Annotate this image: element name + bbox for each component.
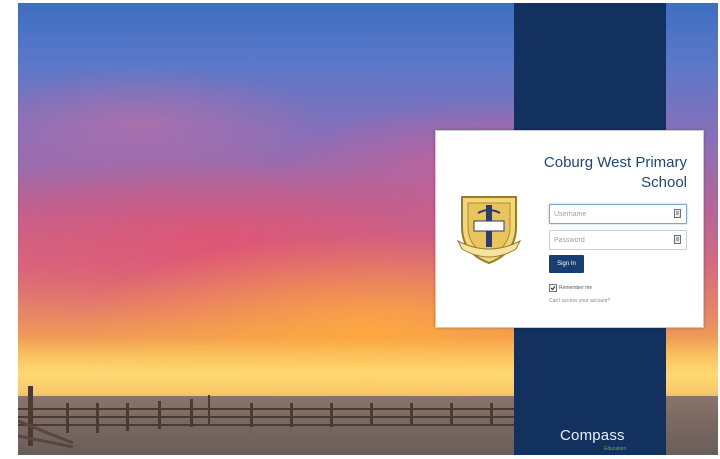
id-card-icon (674, 235, 681, 244)
remember-me-label: Remember me (559, 285, 593, 291)
cant-access-account-link[interactable]: Can't access your account? (549, 298, 610, 304)
school-title-line2: School (641, 174, 687, 191)
school-title-line1: Coburg West Primary (543, 154, 687, 171)
checkmark-icon (550, 286, 556, 291)
id-card-icon (674, 209, 681, 218)
compass-logo-subtitle: Education (604, 446, 627, 452)
school-title: Coburg West Primary School (527, 153, 687, 193)
remember-me-row[interactable]: Remember me (549, 283, 592, 293)
password-input[interactable] (554, 233, 672, 247)
username-field[interactable] (549, 204, 687, 224)
login-card: Coburg West Primary School Sign In Remem… (435, 130, 704, 328)
password-field[interactable] (549, 230, 687, 250)
wooden-fence (18, 386, 538, 449)
remember-me-checkbox[interactable] (549, 284, 557, 292)
username-input[interactable] (554, 207, 672, 221)
compass-logo: Compass (560, 427, 625, 444)
sign-in-button[interactable]: Sign In (549, 255, 584, 273)
school-crest-icon (456, 196, 522, 265)
